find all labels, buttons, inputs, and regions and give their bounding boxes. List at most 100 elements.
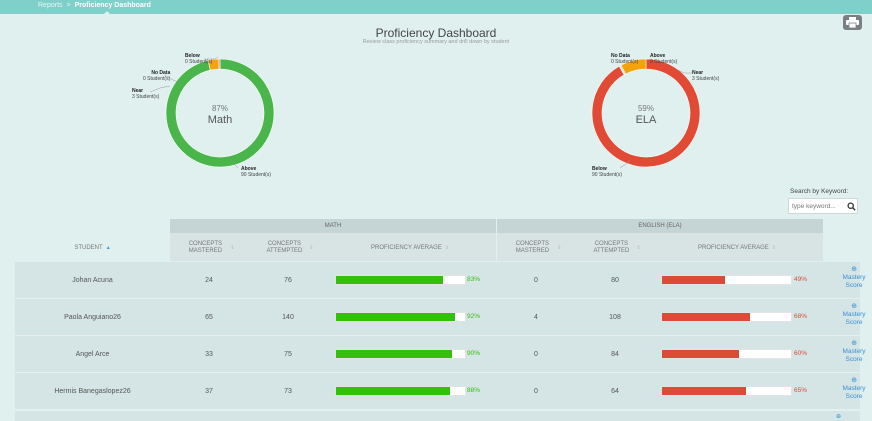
- ela-attempted-column-header[interactable]: CONCEPTS ATTEMPTED ⇕: [577, 236, 653, 260]
- breadcrumb-caret: [104, 11, 110, 14]
- math-proficiency-fill: [336, 387, 450, 395]
- math-slice-below[interactable]: [218, 58, 221, 70]
- math-label: Math: [207, 114, 233, 126]
- math-concepts-attempted: 75: [284, 351, 292, 358]
- ela-proficiency-bar: [661, 275, 792, 285]
- ela-concepts-attempted: 84: [611, 351, 619, 358]
- ela-mastered-column-header[interactable]: CONCEPTS MASTERED ⇕: [500, 236, 572, 260]
- mastery-score-link[interactable]: ⊕ Mastery Score: [837, 340, 871, 364]
- student-name[interactable]: Hermis Banegaslopez26: [15, 373, 170, 410]
- ela-donut-chart[interactable]: 59% ELA: [591, 58, 701, 168]
- mastery-score-label: Mastery Score: [842, 311, 866, 326]
- breadcrumb-reports-link[interactable]: Reports: [38, 2, 63, 9]
- math-proficiency-fill: [336, 313, 455, 321]
- math-proficiency-bar: [335, 312, 466, 322]
- math-concepts-mastered: 33: [205, 351, 213, 358]
- ela-proficiency-fill: [662, 350, 740, 358]
- math-donut-hole: [176, 69, 264, 157]
- sort-icon: ⇕: [309, 244, 314, 251]
- sort-icon: ⇕: [557, 244, 562, 251]
- ela-concepts-attempted: 80: [611, 277, 619, 284]
- mastery-score-label: Mastery Score: [842, 274, 866, 289]
- math-nodata-annotation: No Data 0 Student(s): [143, 70, 171, 82]
- ela-proficiency-percent: 49%: [794, 276, 808, 283]
- math-proficiency-percent: 83%: [467, 276, 481, 283]
- ela-concepts-mastered: 4: [534, 314, 538, 321]
- math-proficiency-fill: [336, 350, 453, 358]
- ela-concepts-attempted: 64: [611, 388, 619, 395]
- math-mastered-column-header[interactable]: CONCEPTS MASTERED ⇕: [173, 236, 245, 260]
- mastery-score-link[interactable]: ⊕ Mastery Score: [837, 266, 871, 290]
- sort-ascending-icon: ▲: [105, 244, 111, 251]
- ela-nodata-annotation: No Data 0 Student(s): [611, 53, 639, 65]
- math-below-annotation: Below 0 Student(s): [185, 53, 213, 65]
- math-concepts-attempted: 140: [282, 314, 294, 321]
- student-name[interactable]: Paola Anguiano26: [15, 299, 170, 336]
- mastery-score-link[interactable]: ⊕ Mastery Score: [837, 303, 871, 327]
- math-donut-chart[interactable]: 87% Math: [165, 58, 275, 168]
- ela-below-annotation: Below 90 Student(s): [592, 166, 623, 178]
- math-attempted-column-header[interactable]: CONCEPTS ATTEMPTED ⇕: [250, 236, 326, 260]
- breadcrumb-separator: >: [66, 2, 71, 9]
- table-row: Paola Anguiano26 65 140 92% 4 108 68% ⊕ …: [15, 299, 866, 336]
- math-concepts-mastered: 65: [205, 314, 213, 321]
- search-label: Search by Keyword:: [790, 188, 849, 195]
- ela-label: ELA: [635, 114, 657, 126]
- sort-icon: ⇕: [771, 244, 776, 251]
- search-input[interactable]: [792, 201, 844, 212]
- ela-group-header: ENGLISH (ELA): [497, 219, 823, 233]
- ela-proficiency-fill: [662, 313, 750, 321]
- page-title: Proficiency Dashboard: [375, 26, 497, 40]
- math-near-annotation: Near 3 Student(s): [132, 88, 160, 100]
- ela-near-annotation: Near 3 Student(s): [692, 70, 720, 82]
- math-average-column-header[interactable]: PROFICIENCY AVERAGE ⇕: [330, 236, 490, 260]
- magnifier-plus-icon: ⊕: [851, 303, 857, 310]
- math-proficiency-percent: 92%: [467, 313, 481, 320]
- math-proficiency-percent: 88%: [467, 387, 481, 394]
- ela-percent: 59%: [637, 104, 654, 113]
- ela-concepts-mastered: 0: [534, 277, 538, 284]
- math-percent: 87%: [211, 104, 228, 113]
- math-concepts-mastered: 37: [205, 388, 213, 395]
- mastery-score-link[interactable]: ⊕ Mastery Score: [837, 377, 871, 401]
- math-proficiency-percent: 90%: [467, 350, 481, 357]
- ela-above-annotation: Above 0 Student(s): [650, 53, 678, 65]
- student-column-header[interactable]: STUDENT ▲: [15, 236, 170, 260]
- ela-proficiency-bar: [661, 386, 792, 396]
- ela-proficiency-bar: [661, 349, 792, 359]
- magnifier-plus-icon: ⊕: [851, 377, 857, 384]
- math-concepts-attempted: 73: [284, 388, 292, 395]
- math-proficiency-fill: [336, 276, 444, 284]
- math-proficiency-bar: [335, 275, 466, 285]
- ela-concepts-attempted: 108: [609, 314, 621, 321]
- math-proficiency-bar: [335, 349, 466, 359]
- table-row: Johan Acuna 24 76 83% 0 80 49% ⊕ Mastery…: [15, 262, 866, 299]
- magnifier-plus-icon[interactable]: ⊕: [836, 413, 841, 420]
- page-subtitle: Review class proficiency summary and dri…: [362, 39, 510, 45]
- student-name[interactable]: Angel Arce: [15, 336, 170, 373]
- ela-proficiency-bar: [661, 312, 792, 322]
- ela-donut-hole: [602, 69, 690, 157]
- sort-icon: ⇕: [636, 244, 641, 251]
- mastery-score-label: Mastery Score: [842, 385, 866, 400]
- ela-concepts-mastered: 0: [534, 351, 538, 358]
- sort-icon: ⇕: [230, 244, 235, 251]
- magnifier-plus-icon: ⊕: [851, 340, 857, 347]
- ela-proficiency-percent: 68%: [794, 313, 808, 320]
- breadcrumb-current: Proficiency Dashboard: [74, 2, 151, 9]
- magnifier-plus-icon: ⊕: [851, 266, 857, 273]
- ela-proficiency-percent: 60%: [794, 350, 808, 357]
- math-proficiency-bar: [335, 386, 466, 396]
- breadcrumb: Reports > Proficiency Dashboard: [38, 2, 151, 9]
- sort-icon: ⇕: [444, 244, 449, 251]
- ela-proficiency-percent: 65%: [794, 387, 808, 394]
- table-row: Hermis Banegaslopez26 37 73 88% 0 64 65%…: [15, 373, 866, 410]
- ela-concepts-mastered: 0: [534, 388, 538, 395]
- search-icon[interactable]: [847, 202, 856, 211]
- ela-proficiency-fill: [662, 387, 746, 395]
- math-concepts-attempted: 76: [284, 277, 292, 284]
- ela-proficiency-fill: [662, 276, 726, 284]
- ela-average-column-header[interactable]: PROFICIENCY AVERAGE ⇕: [657, 236, 817, 260]
- student-name[interactable]: Johan Acuna: [15, 262, 170, 299]
- mastery-score-label: Mastery Score: [842, 348, 866, 363]
